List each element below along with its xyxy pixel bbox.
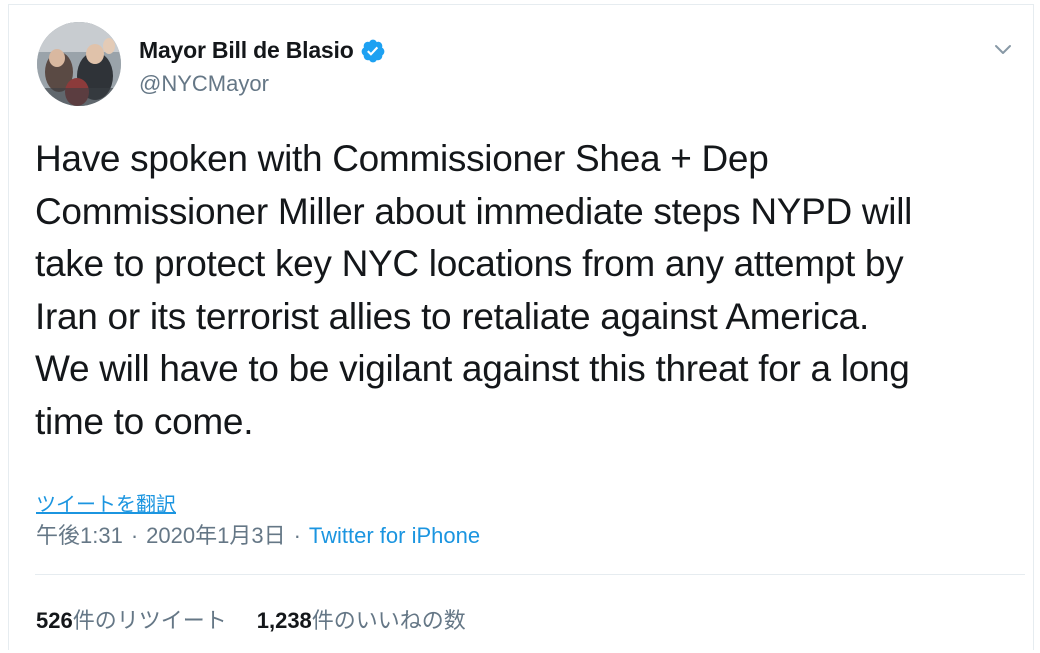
retweets-stat[interactable]: 526 件のリツイート xyxy=(36,603,227,635)
tweet-source-link[interactable]: Twitter for iPhone xyxy=(309,523,480,549)
chevron-down-icon[interactable] xyxy=(989,35,1017,63)
likes-count: 1,238 xyxy=(256,608,312,633)
author-name-row: Mayor Bill de Blasio xyxy=(139,37,386,64)
tweet-text: Have spoken with Commissioner Shea + Dep… xyxy=(35,138,913,442)
author-handle[interactable]: @NYCMayor xyxy=(139,71,269,97)
stats-divider xyxy=(35,574,1025,575)
tweet-date[interactable]: 2020年1月3日 xyxy=(146,518,285,550)
translate-tweet-link[interactable]: ツイートを翻訳 xyxy=(36,488,176,517)
meta-separator: · xyxy=(130,523,139,548)
tweet-time[interactable]: 午後1:31 xyxy=(36,518,123,550)
tweet-card: Mayor Bill de Blasio @NYCMayor Have spok… xyxy=(8,4,1034,650)
tweet-meta: 午後1:31 · 2020年1月3日 · Twitter for iPhone xyxy=(36,518,480,550)
retweets-label: 件のリツイート xyxy=(72,608,227,633)
likes-stat[interactable]: 1,238 件のいいねの数 xyxy=(257,603,466,635)
verified-badge-icon xyxy=(360,38,386,64)
tweet-stats: 526 件のリツイート 1,238 件のいいねの数 xyxy=(36,603,466,635)
author-display-name[interactable]: Mayor Bill de Blasio xyxy=(139,37,354,64)
meta-separator: · xyxy=(293,523,301,548)
avatar[interactable] xyxy=(37,22,121,106)
retweets-count: 526 xyxy=(36,608,73,633)
avatar-photo xyxy=(37,22,121,106)
likes-label: 件のいいねの数 xyxy=(311,608,466,633)
